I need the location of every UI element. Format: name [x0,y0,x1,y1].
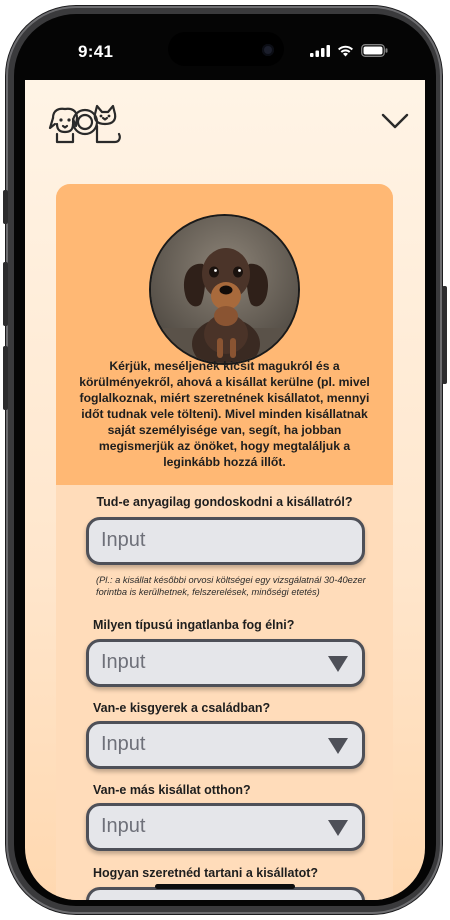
signal-icon [310,44,330,57]
children-value: Input [101,733,146,755]
dropdown-triangle-icon [328,820,348,836]
question-finances-label: Tud-e anyagilag gondoskodni a kisállatró… [96,495,353,509]
volume-up-button [3,262,8,326]
app-screen: Kérjük, meséljenek kicsit magukról és a … [25,80,425,900]
children-select[interactable]: Input [86,721,365,769]
property-type-value: Input [101,651,146,673]
finances-input-placeholder: Input [101,529,146,551]
dog-photo-drawing [151,216,298,363]
home-indicator[interactable] [155,884,295,889]
volume-down-button [3,346,8,410]
wifi-icon [338,45,353,56]
mute-switch [3,190,8,224]
property-type-select[interactable]: Input [86,639,365,687]
chevron-down-icon[interactable] [381,112,409,130]
question-children-label: Van-e kisgyerek a családban? [93,701,271,715]
front-camera [262,44,274,56]
intro-text: Kérjük, meséljenek kicsit magukról és a … [79,359,370,469]
dropdown-triangle-icon [328,738,348,754]
other-pets-select[interactable]: Input [86,803,365,851]
adoption-form-card: Kérjük, meséljenek kicsit magukról és a … [56,184,393,900]
intro-section: Kérjük, meséljenek kicsit magukról és a … [56,184,393,485]
finances-note: (Pl.: a kisállat későbbi orvosi költsége… [96,575,366,597]
finances-input[interactable]: Input [86,517,365,565]
status-icons [310,44,388,57]
other-pets-value: Input [101,815,146,837]
cat-dog-logo-icon [48,104,121,144]
battery-icon [361,44,388,57]
power-button [442,286,447,384]
dachshund-puppy-photo [149,214,300,365]
question-property-label: Milyen típusú ingatlanba fog élni? [93,618,295,632]
dropdown-triangle-icon [328,656,348,672]
question-other-pets-label: Van-e más kisállat otthon? [93,783,251,797]
status-time: 9:41 [78,42,114,61]
status-bar: 9:41 [0,0,450,80]
question-keeping-label: Hogyan szeretnéd tartani a kisállatot? [93,866,319,880]
